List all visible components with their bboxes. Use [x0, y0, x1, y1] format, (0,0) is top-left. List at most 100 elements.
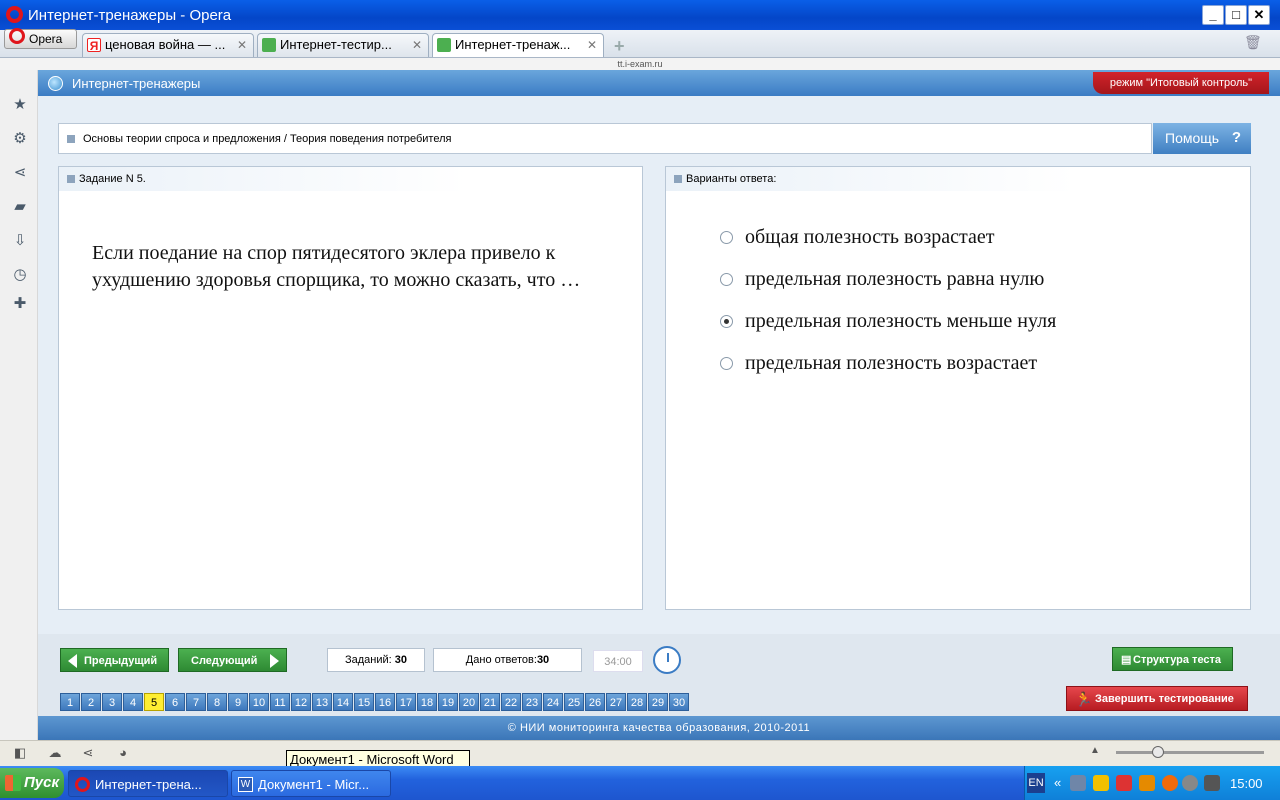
history-clock-icon[interactable]: ◷	[12, 267, 28, 283]
zoom-arrow-icon[interactable]: ▲	[1087, 745, 1103, 761]
tab-yandex[interactable]: Я ценовая война — ... ✕	[82, 33, 254, 57]
breadcrumb: Основы теории спроса и предложения / Тео…	[58, 123, 1152, 154]
tab-internet-trainers[interactable]: Интернет-тренаж... ✕	[432, 33, 604, 57]
opera-menu-button[interactable]: Opera	[4, 28, 77, 49]
network-tray-icon[interactable]	[1070, 775, 1086, 791]
question-number-button[interactable]: 29	[648, 693, 668, 711]
volume-tray-icon[interactable]	[1182, 775, 1198, 791]
minimize-button[interactable]: _	[1202, 5, 1224, 25]
speed-dial-icon[interactable]: ◕	[115, 745, 131, 761]
question-number-button[interactable]: 4	[123, 693, 143, 711]
question-number-button[interactable]: 18	[417, 693, 437, 711]
answer-option[interactable]: предельная полезность равна нулю	[720, 265, 1120, 293]
question-number-button[interactable]: 30	[669, 693, 689, 711]
star-icon[interactable]: ★	[12, 97, 28, 113]
finish-test-label: Завершить тестирование	[1095, 693, 1234, 705]
question-number-button[interactable]: 1	[60, 693, 80, 711]
tab-close-icon[interactable]: ✕	[237, 34, 247, 56]
next-button[interactable]: Следующий	[178, 648, 287, 672]
finish-test-button[interactable]: 🏃 Завершить тестирование	[1066, 686, 1248, 711]
tray-expand-icon[interactable]: «	[1054, 775, 1061, 790]
taskbar-item-word[interactable]: W Документ1 - Micr...	[231, 770, 391, 797]
copyright-footer: © НИИ мониторинга качества образования, …	[38, 716, 1280, 740]
question-number-button[interactable]: 25	[564, 693, 584, 711]
security-shield-icon[interactable]	[1093, 775, 1109, 791]
previous-label: Предыдущий	[84, 655, 158, 667]
tab-label: Интернет-тестир...	[280, 37, 392, 52]
radio-button-selected[interactable]	[720, 315, 733, 328]
question-number-button[interactable]: 10	[249, 693, 269, 711]
arrow-left-icon	[68, 654, 77, 668]
list-icon: ▤	[1121, 654, 1132, 666]
messenger-tray-icon[interactable]	[1139, 775, 1155, 791]
answer-option[interactable]: общая полезность возрастает	[720, 223, 1120, 251]
gear-icon[interactable]: ⚙	[12, 131, 28, 147]
window-title: Интернет-тренажеры - Opera	[28, 7, 232, 24]
trash-icon[interactable]: 🗑	[1244, 34, 1262, 51]
question-number-button[interactable]: 23	[522, 693, 542, 711]
question-panel: Задание N 5.	[58, 166, 643, 610]
question-number-button[interactable]: 28	[627, 693, 647, 711]
language-indicator[interactable]: EN	[1027, 773, 1045, 793]
tab-close-icon[interactable]: ✕	[412, 34, 422, 56]
running-man-icon: 🏃	[1075, 691, 1093, 707]
panel-toggle-icon[interactable]: ◧	[12, 745, 28, 761]
question-number-button[interactable]: 19	[438, 693, 458, 711]
radio-button[interactable]	[720, 231, 733, 244]
answer-option[interactable]: предельная полезность возрастает	[720, 349, 1120, 377]
tab-close-icon[interactable]: ✕	[587, 34, 597, 56]
question-number-button[interactable]: 3	[102, 693, 122, 711]
usb-tray-icon[interactable]	[1204, 775, 1220, 791]
mode-badge: режим "Итоговый контроль"	[1093, 72, 1269, 94]
question-number-button[interactable]: 7	[186, 693, 206, 711]
question-number-button[interactable]: 2	[81, 693, 101, 711]
question-number-button[interactable]: 22	[501, 693, 521, 711]
zoom-slider-handle[interactable]	[1152, 746, 1164, 758]
radio-button[interactable]	[720, 273, 733, 286]
tab-internet-testing[interactable]: Интернет-тестир... ✕	[257, 33, 429, 57]
taskbar-item-label: Документ1 - Micr...	[258, 777, 370, 792]
new-tab-plus-icon[interactable]: +	[614, 36, 625, 57]
test-structure-button[interactable]: ▤ Структура теста	[1112, 647, 1233, 671]
clock-icon	[653, 646, 681, 674]
question-number-button[interactable]: 17	[396, 693, 416, 711]
maximize-button[interactable]: □	[1225, 5, 1247, 25]
question-number-button[interactable]: 9	[228, 693, 248, 711]
question-number-button[interactable]: 8	[207, 693, 227, 711]
answer-label: общая полезность возрастает	[745, 226, 995, 248]
tasks-count-value: 30	[394, 654, 408, 666]
question-number-button[interactable]: 20	[459, 693, 479, 711]
cloud-icon[interactable]: ☁	[47, 745, 63, 761]
network-icon[interactable]: ⋖	[80, 745, 96, 761]
answer-option[interactable]: предельная полезность меньше нуля	[720, 307, 1120, 335]
notes-icon[interactable]: ▰	[12, 199, 28, 215]
zoom-slider[interactable]	[1116, 751, 1264, 754]
download-icon[interactable]: ⇩	[12, 233, 28, 249]
answers-given-value: 30	[536, 654, 550, 666]
question-mark-icon: ?	[1231, 129, 1241, 146]
question-number-button[interactable]: 16	[375, 693, 395, 711]
share-icon[interactable]: ⋖	[12, 165, 28, 181]
add-panel-plus-icon[interactable]: ✚	[12, 296, 28, 312]
answer-label: предельная полезность меньше нуля	[745, 310, 1057, 332]
question-number-button[interactable]: 5	[144, 693, 164, 711]
test-structure-label: Структура теста	[1133, 654, 1222, 666]
question-number-button[interactable]: 21	[480, 693, 500, 711]
question-number-button[interactable]: 14	[333, 693, 353, 711]
question-number-button[interactable]: 15	[354, 693, 374, 711]
previous-button[interactable]: Предыдущий	[60, 648, 169, 672]
browser-tray-icon[interactable]	[1162, 775, 1178, 791]
taskbar-item-label: Интернет-трена...	[95, 777, 202, 792]
taskbar-item-opera[interactable]: Интернет-трена...	[68, 770, 228, 797]
question-number-button[interactable]: 6	[165, 693, 185, 711]
question-number-button[interactable]: 27	[606, 693, 626, 711]
question-number-button[interactable]: 26	[585, 693, 605, 711]
question-number-button[interactable]: 13	[312, 693, 332, 711]
question-number-button[interactable]: 24	[543, 693, 563, 711]
help-button[interactable]: Помощь ?	[1153, 123, 1251, 154]
question-number-button[interactable]: 12	[291, 693, 311, 711]
radio-button[interactable]	[720, 357, 733, 370]
close-button[interactable]: ✕	[1248, 5, 1270, 25]
network-disconnected-icon[interactable]	[1116, 775, 1132, 791]
question-number-button[interactable]: 11	[270, 693, 290, 711]
